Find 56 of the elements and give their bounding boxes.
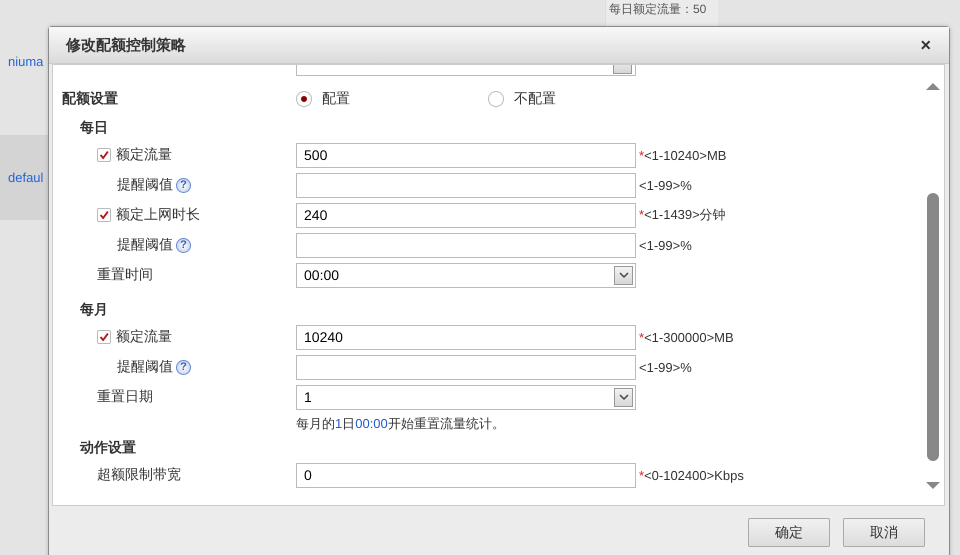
input-field[interactable]: 240 bbox=[296, 202, 636, 228]
input-field[interactable] bbox=[296, 232, 636, 258]
range-hint: <0-102400>Kbps bbox=[644, 468, 744, 482]
radio-label[interactable]: 不配置 bbox=[514, 90, 556, 108]
scroll-down-icon[interactable] bbox=[925, 481, 941, 491]
field-label: 重置日期 bbox=[97, 388, 153, 406]
field-label: 提醒阈值 bbox=[117, 236, 173, 254]
field-label: 额定流量 bbox=[116, 328, 172, 346]
checkbox[interactable] bbox=[97, 148, 111, 162]
field-label: 提醒阈值 bbox=[117, 176, 173, 194]
range-hint: <1-99>% bbox=[639, 178, 692, 192]
dialog-button[interactable]: 取消 bbox=[843, 518, 925, 547]
close-button[interactable]: × bbox=[916, 34, 935, 56]
checkbox[interactable] bbox=[97, 208, 111, 222]
list-link[interactable]: defaul bbox=[0, 170, 44, 185]
field-label: 额定流量 bbox=[116, 146, 172, 164]
input-field[interactable]: 0 bbox=[296, 462, 636, 488]
range-hint: <1-1439>分钟 bbox=[644, 207, 726, 222]
required-mark: * bbox=[639, 148, 644, 162]
help-icon[interactable]: ? bbox=[176, 238, 191, 252]
checkbox[interactable] bbox=[97, 330, 111, 344]
input-field[interactable] bbox=[296, 172, 636, 198]
section-title: 动作设置 bbox=[80, 439, 136, 457]
required-mark: * bbox=[639, 207, 644, 222]
radio-button[interactable] bbox=[488, 90, 504, 106]
chevron-down-icon[interactable] bbox=[614, 388, 633, 406]
range-hint: <1-99>% bbox=[639, 360, 692, 374]
input-field[interactable]: 500 bbox=[296, 142, 636, 168]
dialog-title: 修改配额控制策略 bbox=[66, 36, 186, 54]
detail-text: 每日额定流量：50 bbox=[608, 1, 708, 18]
chevron-down-icon[interactable] bbox=[614, 266, 633, 284]
required-mark: * bbox=[639, 468, 644, 482]
required-mark: * bbox=[639, 330, 644, 344]
select-field[interactable]: 00:00 bbox=[296, 262, 636, 288]
range-hint: <1-300000>MB bbox=[644, 330, 734, 344]
list-link[interactable]: niuma bbox=[0, 54, 44, 68]
range-hint: <1-10240>MB bbox=[644, 148, 726, 162]
note-text: 每月的1日00:00开始重置流量统计。 bbox=[296, 415, 506, 433]
help-icon[interactable]: ? bbox=[176, 360, 191, 374]
scrollbar-thumb[interactable] bbox=[927, 193, 939, 461]
scroll-up-icon[interactable] bbox=[925, 81, 941, 91]
radio-label[interactable]: 配置 bbox=[322, 90, 350, 108]
input-field[interactable]: 10240 bbox=[296, 324, 636, 350]
section-title: 每日 bbox=[80, 119, 108, 137]
section-title: 配额设置 bbox=[62, 90, 119, 108]
help-icon[interactable]: ? bbox=[176, 178, 191, 192]
select-field[interactable]: 1 bbox=[296, 384, 636, 410]
field-label: 超额限制带宽 bbox=[97, 466, 181, 484]
section-title: 每月 bbox=[80, 301, 108, 319]
dialog-button[interactable]: 确定 bbox=[748, 518, 830, 547]
field-label: 提醒阈值 bbox=[117, 358, 173, 376]
input-field[interactable] bbox=[296, 354, 636, 380]
field-label: 重置时间 bbox=[97, 266, 153, 284]
radio-button[interactable] bbox=[296, 90, 312, 106]
field-label: 额定上网时长 bbox=[116, 206, 200, 224]
range-hint: <1-99>% bbox=[639, 238, 692, 252]
